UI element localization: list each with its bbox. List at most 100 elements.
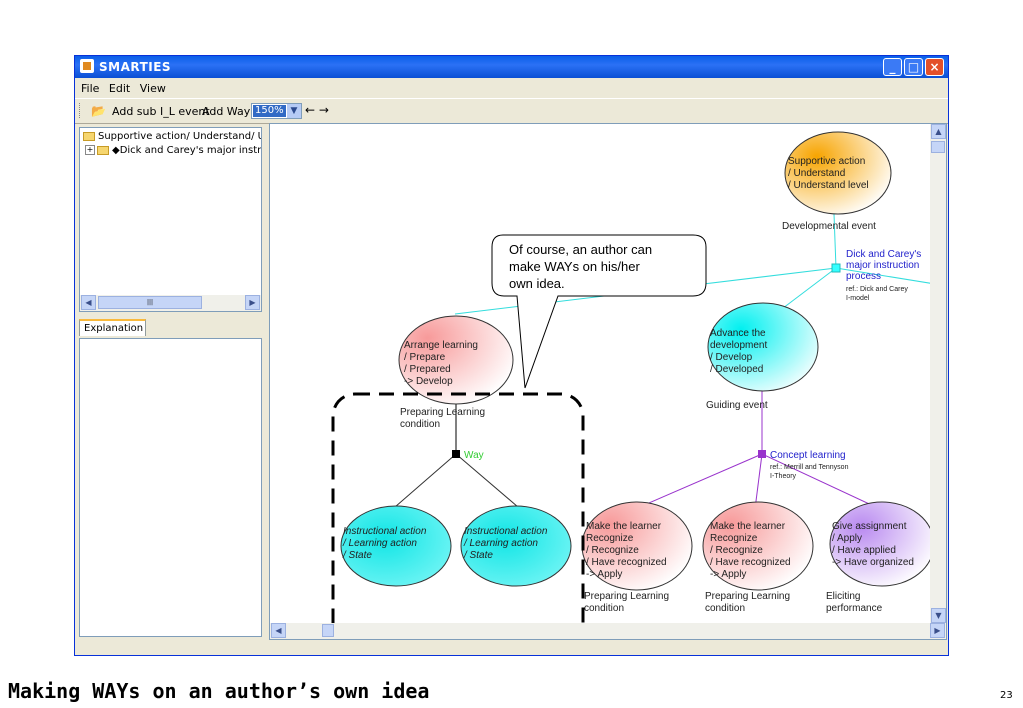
add-sub-event-button[interactable]: Add sub I_L event [112, 105, 210, 118]
scroll-up-icon[interactable]: ▲ [931, 124, 946, 139]
scroll-down-icon[interactable]: ▼ [931, 608, 946, 623]
node-caption: performance [826, 603, 883, 614]
maximize-button[interactable]: □ [904, 58, 923, 76]
toolbar-grip[interactable] [79, 103, 82, 118]
node-instructional-action-1[interactable]: Instructional action / Learning action / S… [340, 505, 452, 587]
callout-bubble: Of course, an author can make WAYs on his… [491, 234, 707, 389]
canvas-horizontal-scrollbar[interactable]: ◀ ▶ [270, 623, 946, 639]
node-text: / Understand [788, 168, 845, 179]
tree-item-dick-carey[interactable]: + ◆Dick and Carey's major instr [85, 145, 261, 156]
zoom-select[interactable]: 150% ▼ [251, 103, 302, 119]
scroll-left-icon[interactable]: ◀ [271, 623, 286, 638]
node-caption: Preparing Learning [584, 591, 669, 602]
scroll-thumb[interactable] [322, 624, 334, 637]
slide-caption: Making WAYs on an author’s own idea [8, 679, 430, 703]
svg-text:ref.: Merrill and TennysonI-Th: ref.: Merrill and Tennyson I-Theory [770, 464, 849, 480]
node-text: -> Apply [586, 569, 622, 580]
diagram-svg: Supportive action / Understand / Understan… [331, 131, 930, 624]
callout-text: make WAYs on his/her [509, 259, 640, 274]
node-text: development [710, 340, 767, 351]
menu-view[interactable]: View [140, 82, 166, 95]
node-text: Arrange learning [404, 340, 478, 351]
node-text: Recognize [586, 533, 634, 544]
node-text: Instructional action [343, 526, 427, 537]
tab-explanation[interactable]: Explanation [79, 319, 146, 336]
node-caption: Guiding event [706, 400, 768, 411]
node-caption: condition [400, 419, 440, 430]
diagram-canvas[interactable]: Supportive action / Understand / Understan… [269, 123, 947, 640]
svg-text:Dick and Carey'smajor instruct: Dick and Carey's major instruction process [846, 249, 921, 282]
app-icon [80, 59, 94, 73]
menu-file[interactable]: File [81, 82, 99, 95]
node-arrange-learning[interactable]: Arrange learning / Prepare / Prepared -> De… [398, 315, 514, 430]
zoom-value: 150% [253, 105, 286, 117]
node-text: / Learning action [342, 538, 417, 549]
node-caption: Eliciting [826, 591, 860, 602]
forward-arrow-button[interactable]: → [319, 103, 329, 117]
canvas-vertical-scrollbar[interactable]: ▲ ▼ [930, 124, 946, 624]
node-text: / Have recognized [586, 557, 667, 568]
edge [634, 453, 763, 510]
node-text: / Understand level [788, 180, 869, 191]
node-text: -> Have organized [832, 557, 914, 568]
tree-pane: Supportive action/ Understand/ U + ◆Dick … [79, 127, 262, 312]
edge [761, 453, 881, 510]
callout-text: own idea. [509, 276, 565, 291]
node-text: Make the learner [710, 521, 786, 532]
node-text: / Recognize [710, 545, 763, 556]
chevron-down-icon[interactable]: ▼ [287, 104, 301, 118]
title-bar[interactable]: SMARTIES _ □ × [75, 56, 948, 78]
back-arrow-button[interactable]: ← [305, 103, 315, 117]
node-text: / Develop [710, 352, 753, 363]
scroll-right-icon[interactable]: ▶ [245, 295, 260, 310]
menu-edit[interactable]: Edit [109, 82, 130, 95]
tree-item-root[interactable]: Supportive action/ Understand/ U [83, 131, 261, 142]
node-text: / State [463, 550, 493, 561]
svg-text:Preparing Learningcondition: Preparing Learning condition [400, 407, 485, 430]
node-make-learner-recognize-1[interactable]: Make the learner Recognize / Recognize / Ha… [581, 501, 693, 614]
explanation-pane[interactable] [79, 338, 262, 637]
junction-square [758, 450, 766, 458]
page-number: 23 [1000, 690, 1013, 701]
add-way-button[interactable]: Add Way [202, 105, 250, 118]
expand-icon[interactable]: + [85, 145, 95, 155]
scroll-thumb[interactable]: ||| [98, 296, 202, 309]
node-caption: condition [705, 603, 745, 614]
node-text: process [846, 271, 881, 282]
folder-icon [83, 131, 95, 141]
menu-bar: File Edit View [75, 79, 948, 97]
folder-open-icon[interactable]: 📂 [91, 104, 106, 118]
node-caption: Preparing Learning [705, 591, 790, 602]
node-instructional-action-2[interactable]: Instructional action / Learning action / S… [460, 505, 572, 587]
node-text: Advance the [710, 328, 766, 339]
minimize-button[interactable]: _ [883, 58, 902, 76]
node-text: Supportive action [788, 156, 865, 167]
node-caption: condition [584, 603, 624, 614]
close-button[interactable]: × [925, 58, 944, 76]
edge [754, 453, 763, 510]
node-text: major instruction [846, 260, 919, 271]
node-dick-carey[interactable]: Dick and Carey's major instruction process… [831, 249, 921, 302]
node-text: / Developed [710, 364, 763, 375]
node-text: -> Develop [404, 376, 453, 387]
svg-text:ref.: Dick and CareyI-model: ref.: Dick and Carey I-model [846, 286, 908, 302]
node-ref: I-Theory [770, 473, 797, 480]
nav-arrows: ← → [305, 103, 329, 117]
node-supportive-action[interactable]: Supportive action / Understand / Understan… [782, 131, 892, 232]
node-way[interactable]: Way [452, 450, 484, 461]
scroll-thumb[interactable] [931, 141, 945, 153]
node-text: Instructional action [464, 526, 548, 537]
node-give-assignment[interactable]: Give assignment / Apply / Have applied -> H… [826, 501, 930, 614]
node-text: / Apply [832, 533, 862, 544]
node-caption: Developmental event [782, 221, 876, 232]
scroll-right-icon[interactable]: ▶ [930, 623, 945, 638]
node-ref: I-model [846, 295, 870, 302]
tree-horizontal-scrollbar[interactable]: ◀ ||| ▶ [80, 295, 261, 311]
node-ref: ref.: Dick and Carey [846, 286, 908, 293]
scroll-left-icon[interactable]: ◀ [81, 295, 96, 310]
node-make-learner-recognize-2[interactable]: Make the learner Recognize / Recognize / Ha… [702, 501, 814, 614]
node-text: Make the learner [586, 521, 662, 532]
node-text: -> Apply [710, 569, 746, 580]
node-concept-learning[interactable]: Concept learning ref.: Merrill and Tenny… [758, 450, 849, 480]
toolbar: 📂 Add sub I_L event Add Way 150% ▼ ← → [75, 98, 948, 124]
